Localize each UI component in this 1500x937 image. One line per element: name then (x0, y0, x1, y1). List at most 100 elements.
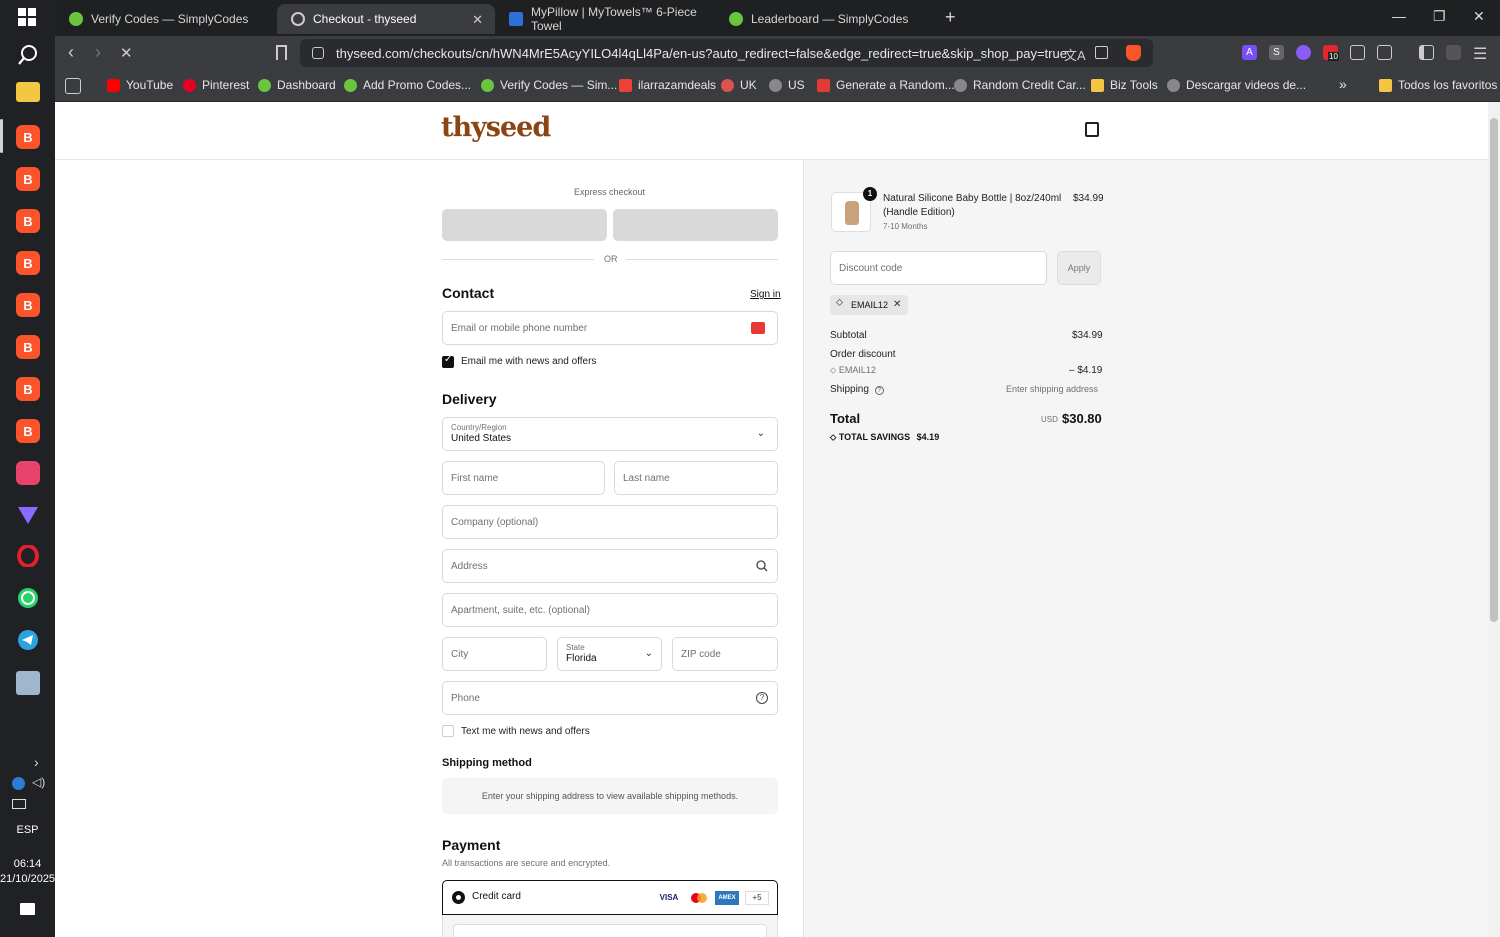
card-number-field[interactable] (453, 924, 767, 937)
brave-icon[interactable]: B (16, 419, 40, 443)
display-icon[interactable] (12, 799, 26, 809)
chevron-right-icon[interactable]: › (34, 754, 39, 770)
app-icon[interactable] (16, 461, 40, 485)
first-name-field[interactable]: First name (442, 461, 605, 495)
country-select[interactable]: Country/Region United States ⌄ (442, 417, 778, 451)
back-icon[interactable]: ‹ (68, 42, 74, 63)
extensions-puzzle-icon[interactable] (1350, 45, 1365, 60)
address-bar[interactable]: thyseed.com/checkouts/cn/hWN4MrE5AcyYILO… (300, 39, 1153, 67)
bookmark-generate-random[interactable]: Generate a Random... (817, 78, 955, 92)
sidebar-toggle-icon[interactable] (1419, 45, 1434, 60)
bookmark-youtube[interactable]: YouTube (107, 78, 173, 92)
city-field[interactable]: City (442, 637, 547, 671)
discount-code-field[interactable]: Discount code (830, 251, 1047, 285)
address-field[interactable]: Address (442, 549, 778, 583)
brave-icon[interactable]: B (16, 209, 40, 233)
remote-desktop-icon[interactable] (16, 671, 40, 695)
product-price: $34.99 (1073, 193, 1104, 204)
minimize-icon[interactable]: — (1392, 8, 1406, 24)
help-icon[interactable]: ? (874, 386, 884, 395)
brave-icon[interactable]: B (16, 251, 40, 275)
help-icon[interactable]: ? (756, 692, 768, 704)
bookmark-descargar-videos[interactable]: Descargar videos de... (1167, 78, 1306, 92)
telegram-icon[interactable] (17, 629, 39, 651)
opera-icon[interactable] (17, 545, 39, 567)
phone-field[interactable]: Phone ? (442, 681, 778, 715)
express-pay-button-1[interactable] (442, 209, 607, 241)
sign-in-link[interactable]: Sign in (750, 289, 781, 300)
screenshot-icon[interactable] (1377, 45, 1392, 60)
menu-icon[interactable]: ☰ (1473, 44, 1487, 64)
bookmark-icon[interactable] (276, 45, 287, 60)
extension-badge-icon[interactable]: 10 (1323, 45, 1339, 61)
stop-loading-icon[interactable]: ✕ (120, 44, 133, 62)
tab-mypillow[interactable]: MyPillow | MyTowels™ 6-Piece Towel (495, 4, 713, 34)
autofill-icon[interactable] (751, 322, 765, 334)
apply-button[interactable]: Apply (1057, 251, 1101, 285)
bookmarks-overflow-icon[interactable]: » (1339, 76, 1347, 92)
brave-icon[interactable]: B (16, 167, 40, 191)
bookmark-ilarrazamdeals[interactable]: ilarrazamdeals (619, 78, 716, 92)
bookmark-dashboard[interactable]: Dashboard (258, 78, 336, 92)
volume-icon[interactable]: ◁) (32, 775, 45, 789)
bookmark-random-credit-card[interactable]: Random Credit Car... (954, 78, 1086, 92)
bookmark-add-promo-codes[interactable]: Add Promo Codes... (344, 78, 471, 92)
globe-icon (954, 78, 967, 92)
bookmark-pinterest[interactable]: Pinterest (183, 78, 249, 92)
file-explorer-icon[interactable] (16, 82, 40, 102)
bookmark-uk[interactable]: UK (721, 78, 757, 92)
close-window-icon[interactable]: ✕ (1473, 8, 1485, 25)
sms-checkbox[interactable] (442, 725, 454, 737)
apps-grid-icon[interactable] (65, 78, 81, 94)
tab-checkout[interactable]: Checkout - thyseed ✕ (277, 4, 495, 34)
restore-icon[interactable]: ❐ (1433, 8, 1446, 25)
windows-start-icon[interactable] (18, 8, 37, 27)
close-tab-icon[interactable]: ✕ (472, 12, 483, 28)
extension-purple-icon[interactable] (1296, 45, 1311, 60)
store-logo[interactable]: thyseed (441, 112, 551, 143)
email-field[interactable]: Email or mobile phone number (442, 311, 778, 345)
page-scrollbar[interactable] (1488, 102, 1500, 937)
network-icon[interactable] (12, 777, 25, 790)
zip-field[interactable]: ZIP code (672, 637, 778, 671)
share-icon[interactable] (1095, 46, 1108, 59)
brave-shields-icon[interactable] (1126, 45, 1141, 61)
brave-icon[interactable]: B (16, 293, 40, 317)
shopping-bag-icon[interactable] (1085, 122, 1099, 137)
company-field[interactable]: Company (optional) (442, 505, 778, 539)
bookmark-us[interactable]: US (769, 78, 805, 92)
clock-date[interactable]: 21/10/2025 (0, 873, 55, 885)
site-info-icon[interactable] (312, 47, 324, 59)
express-pay-button-2[interactable] (613, 209, 778, 241)
newsletter-checkbox[interactable]: ✓ (442, 354, 454, 368)
apartment-field[interactable]: Apartment, suite, etc. (optional) (442, 593, 778, 627)
brave-icon[interactable]: B (16, 125, 40, 149)
forward-icon[interactable]: › (95, 42, 101, 63)
brave-icon[interactable]: B (16, 377, 40, 401)
wallet-icon[interactable] (1446, 45, 1461, 60)
language-indicator[interactable]: ESP (0, 824, 55, 836)
scrollbar-thumb[interactable] (1490, 118, 1498, 622)
tab-leaderboard[interactable]: Leaderboard — SimplyCodes (715, 4, 933, 34)
bookmark-biz-tools[interactable]: Biz Tools (1091, 78, 1158, 92)
credit-card-option[interactable]: Credit card VISA AMEX +5 (442, 880, 778, 915)
state-select[interactable]: State Florida ⌄ (557, 637, 662, 671)
remove-discount-icon[interactable]: ✕ (893, 299, 901, 310)
extension-s-icon[interactable]: S (1269, 45, 1284, 60)
tab-verify-codes[interactable]: Verify Codes — SimplyCodes (55, 4, 273, 34)
whatsapp-icon[interactable] (17, 587, 39, 609)
discount-code-value: EMAIL12 (838, 365, 876, 375)
radio-selected[interactable] (452, 891, 465, 904)
bookmark-verify-codes[interactable]: Verify Codes — Sim... (481, 78, 617, 92)
last-name-field[interactable]: Last name (614, 461, 778, 495)
proton-vpn-icon[interactable] (16, 503, 40, 527)
url-text[interactable]: thyseed.com/checkouts/cn/hWN4MrE5AcyYILO… (336, 46, 1067, 61)
clock-time[interactable]: 06:14 (0, 858, 55, 870)
notifications-icon[interactable] (20, 903, 35, 915)
translate-icon[interactable]: 文A (1064, 45, 1086, 64)
new-tab-icon[interactable]: + (945, 7, 956, 28)
bookmark-all-favorites[interactable]: Todos los favoritos (1379, 78, 1497, 92)
brave-icon[interactable]: B (16, 335, 40, 359)
extension-a-icon[interactable]: A (1242, 45, 1257, 60)
search-icon[interactable] (17, 44, 39, 66)
